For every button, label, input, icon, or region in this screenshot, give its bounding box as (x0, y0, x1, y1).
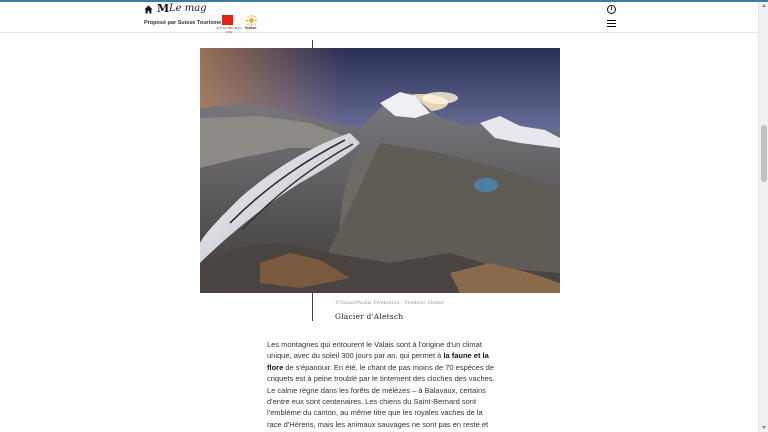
info-icon[interactable]: i (607, 5, 616, 14)
suisse-tourisme-logo[interactable]: Suisse. (244, 15, 258, 33)
valais-logo-subtitle: ZUTTA RIBO MAG JATÉ (216, 26, 242, 34)
le-monde-logo[interactable]: M (157, 3, 169, 15)
le-mag-logo[interactable]: Le mag (169, 3, 207, 15)
scroll-up-arrow-icon[interactable] (762, 4, 766, 7)
valais-logo[interactable]: ZUTTA RIBO MAG JATÉ (214, 15, 244, 34)
suisse-logo-label: Suisse. (244, 26, 258, 30)
sponsor-text: Proposé par Suisse Tourisme (144, 20, 222, 26)
decorative-rule-bottom (312, 293, 313, 321)
site-header: M Le mag Proposé par Suisse Tourisme ZUT… (0, 2, 758, 34)
page-scrollbar[interactable] (758, 2, 768, 432)
home-icon[interactable] (144, 5, 153, 14)
hamburger-menu-icon[interactable] (607, 20, 616, 28)
decorative-rule-top (312, 40, 313, 48)
valais-logo-mark (222, 15, 233, 25)
sun-icon (246, 15, 257, 26)
scroll-down-arrow-icon[interactable] (762, 426, 766, 429)
aletsch-glacier-photo (200, 48, 560, 293)
scrollbar-thumb[interactable] (761, 125, 767, 182)
photo-credit: ©Valais/Wallis Promotion - Frederic Hube… (335, 300, 444, 306)
photo-caption: Glacier d'Aletsch (335, 312, 404, 321)
article-text-part2: de s'épanouir. En été, le chant de pas m… (267, 362, 495, 432)
article-paragraph: Les montagnes qui entourent le Valais so… (267, 339, 495, 432)
